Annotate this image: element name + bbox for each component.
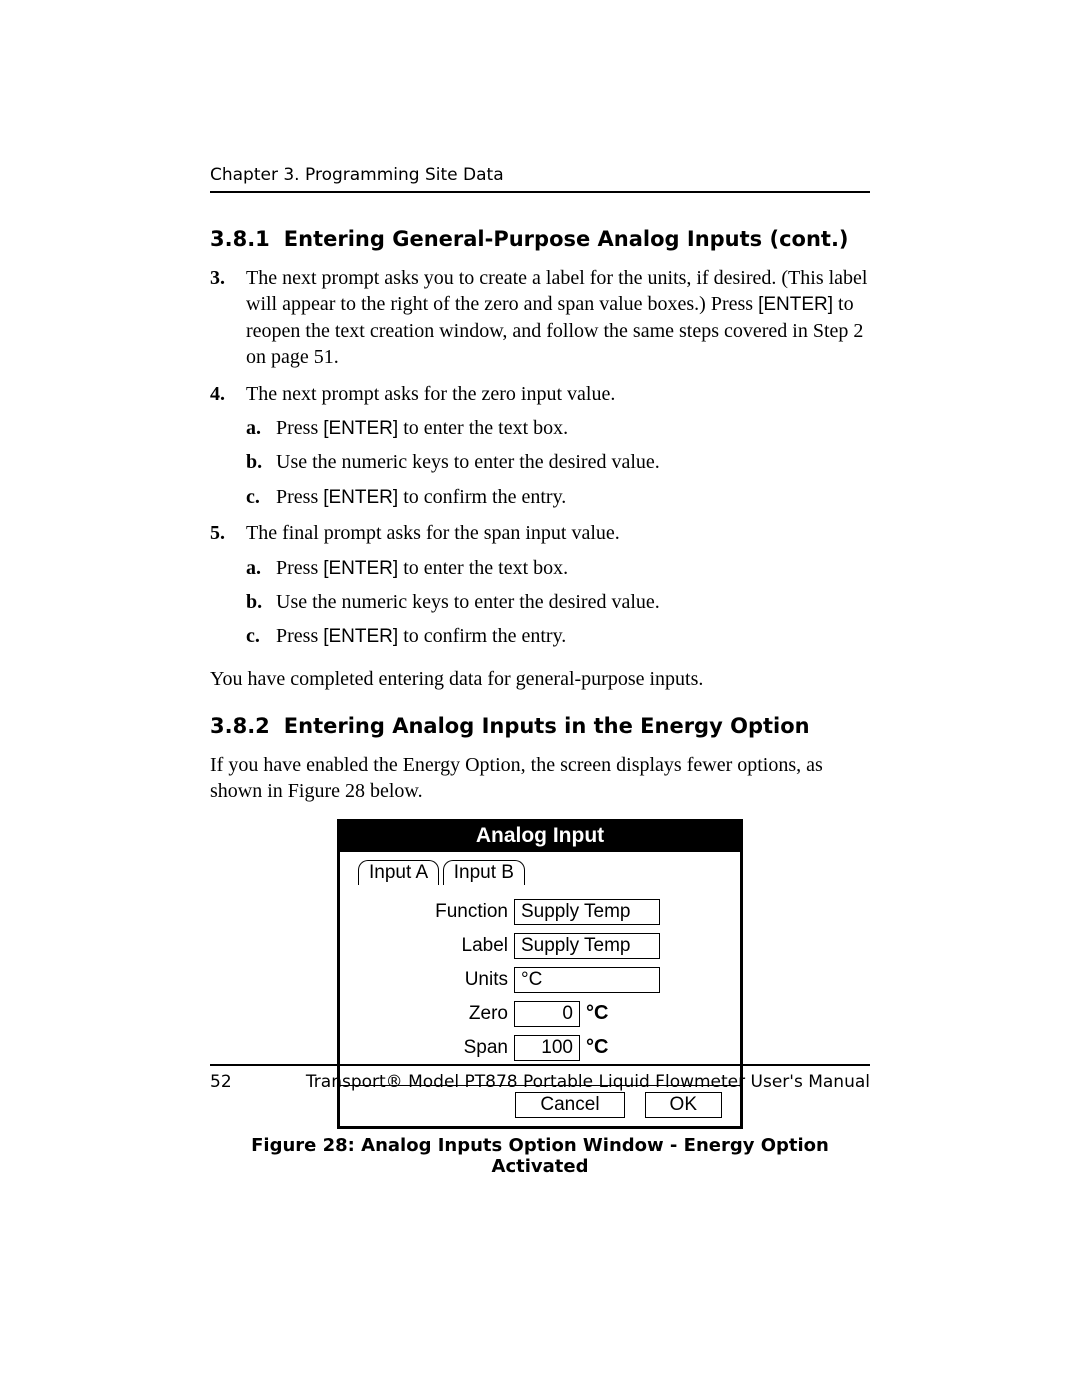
row-zero: Zero 0 °C (358, 1001, 722, 1027)
step-4c: c. Press [ENTER] to confirm the entry. (246, 484, 870, 510)
row-span: Span 100 °C (358, 1035, 722, 1061)
step-5c-number: c. (246, 623, 260, 649)
section-381-title: Entering General-Purpose Analog Inputs (… (284, 227, 849, 251)
cancel-button[interactable]: Cancel (515, 1092, 624, 1118)
ok-button[interactable]: OK (645, 1092, 722, 1118)
step-4a-enter: [ENTER] (323, 418, 398, 439)
tab-input-a[interactable]: Input A (358, 860, 439, 885)
step-5a: a. Press [ENTER] to enter the text box. (246, 555, 870, 581)
step-4c-pre: Press (276, 486, 323, 508)
step-5-text: The final prompt asks for the span input… (246, 522, 620, 544)
step-5a-pre: Press (276, 557, 323, 579)
suffix-zero: °C (586, 1002, 608, 1025)
step-5c: c. Press [ENTER] to confirm the entry. (246, 623, 870, 649)
step-5: 5. The final prompt asks for the span in… (210, 520, 870, 650)
footer-text: Transport® Model PT878 Portable Liquid F… (306, 1072, 870, 1092)
field-label[interactable]: Supply Temp (514, 933, 660, 959)
page-footer: 52 Transport® Model PT878 Portable Liqui… (210, 1064, 870, 1092)
label-zero: Zero (358, 1003, 514, 1025)
section-381-heading: 3.8.1 Entering General-Purpose Analog Inp… (210, 227, 870, 251)
section-382-heading: 3.8.2 Entering Analog Inputs in the Energ… (210, 714, 870, 738)
section-382-title: Entering Analog Inputs in the Energy Opt… (284, 714, 810, 738)
step-5b: b. Use the numeric keys to enter the des… (246, 589, 870, 615)
step-5a-number: a. (246, 555, 261, 581)
step-4b-text: Use the numeric keys to enter the desire… (276, 451, 660, 473)
section-381-number: 3.8.1 (210, 227, 270, 251)
label-span: Span (358, 1037, 514, 1059)
step-4a: a. Press [ENTER] to enter the text box. (246, 415, 870, 441)
step-5a-post: to enter the text box. (398, 557, 568, 579)
step-5c-pre: Press (276, 625, 323, 647)
label-function: Function (358, 901, 514, 923)
step-5-number: 5. (210, 520, 225, 546)
intro-382: If you have enabled the Energy Option, t… (210, 752, 870, 805)
suffix-span: °C (586, 1036, 608, 1059)
step-3-enter: [ENTER] (758, 294, 833, 315)
section-382-number: 3.8.2 (210, 714, 270, 738)
figure-28-caption: Figure 28: Analog Inputs Option Window -… (210, 1135, 870, 1177)
field-function[interactable]: Supply Temp (514, 899, 660, 925)
step-5c-enter: [ENTER] (323, 626, 398, 647)
row-function: Function Supply Temp (358, 899, 722, 925)
step-4-number: 4. (210, 381, 225, 407)
step-3: 3. The next prompt asks you to create a … (210, 265, 870, 371)
step-3-number: 3. (210, 265, 225, 291)
row-label: Label Supply Temp (358, 933, 722, 959)
step-5a-enter: [ENTER] (323, 558, 398, 579)
step-5c-post: to confirm the entry. (398, 625, 566, 647)
row-units: Units °C (358, 967, 722, 993)
step-4b: b. Use the numeric keys to enter the des… (246, 449, 870, 475)
analog-input-title: Analog Input (340, 822, 740, 852)
step-4a-pre: Press (276, 417, 323, 439)
field-span[interactable]: 100 (514, 1035, 580, 1061)
step-4c-enter: [ENTER] (323, 487, 398, 508)
step-4b-number: b. (246, 449, 262, 475)
label-label: Label (358, 935, 514, 957)
step-4: 4. The next prompt asks for the zero inp… (210, 381, 870, 511)
field-zero[interactable]: 0 (514, 1001, 580, 1027)
step-4a-number: a. (246, 415, 261, 441)
step-4c-number: c. (246, 484, 260, 510)
step-5b-text: Use the numeric keys to enter the desire… (276, 591, 660, 613)
step-5b-number: b. (246, 589, 262, 615)
step-4c-post: to confirm the entry. (398, 486, 566, 508)
running-header: Chapter 3. Programming Site Data (210, 165, 870, 193)
label-units: Units (358, 969, 514, 991)
step-4-text: The next prompt asks for the zero input … (246, 383, 615, 405)
step-4a-post: to enter the text box. (398, 417, 568, 439)
closing-381: You have completed entering data for gen… (210, 666, 870, 692)
field-units[interactable]: °C (514, 967, 660, 993)
tab-input-b[interactable]: Input B (443, 860, 525, 885)
page-number: 52 (210, 1072, 232, 1092)
